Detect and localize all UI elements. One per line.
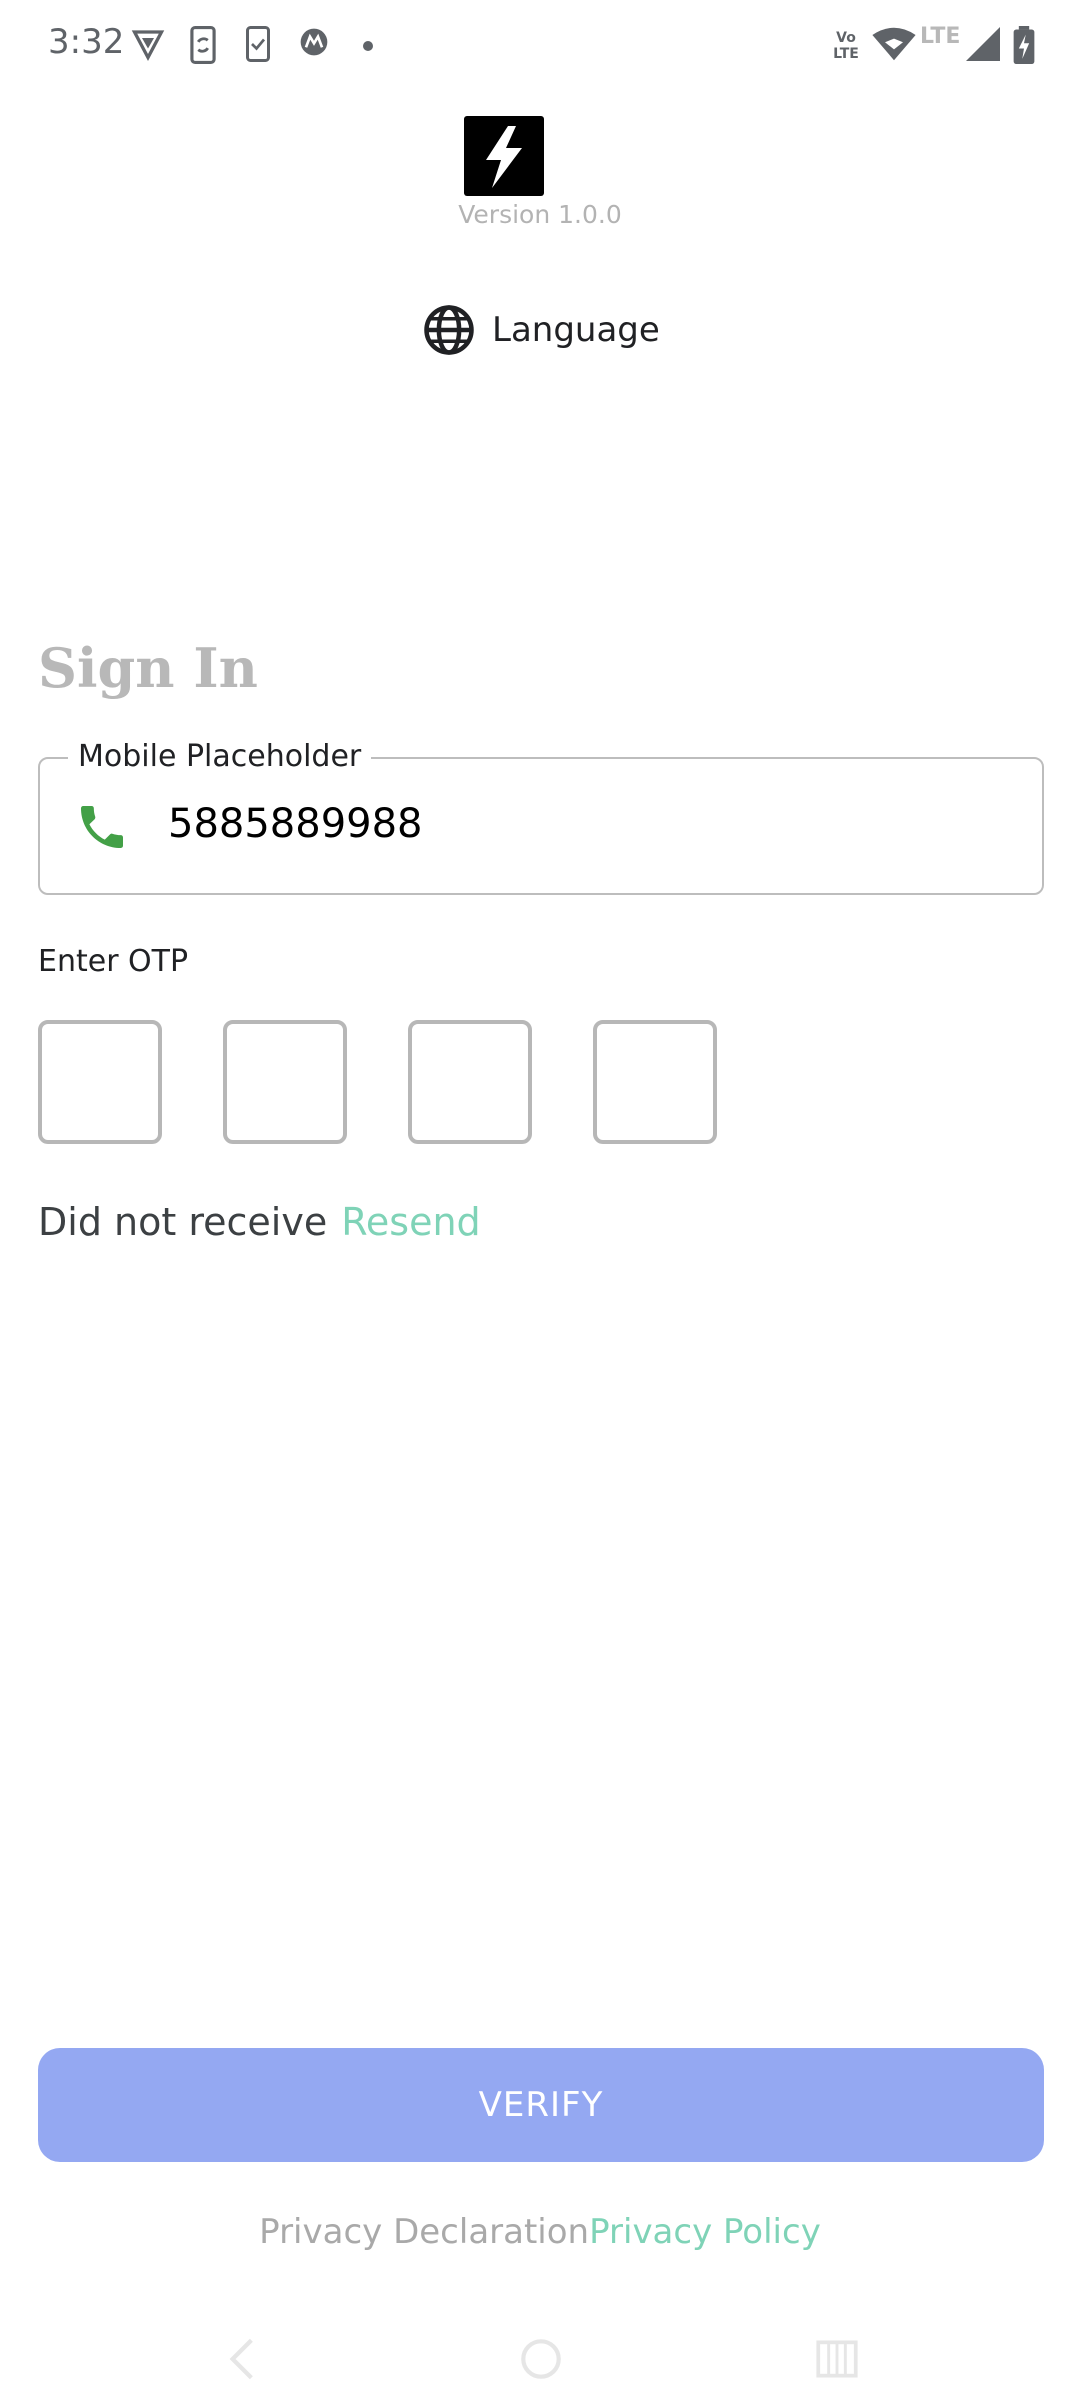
volte-text: Vo LTE <box>833 30 859 62</box>
app-logo <box>464 116 544 196</box>
motorola-icon <box>300 28 328 56</box>
recents-icon[interactable] <box>812 2334 862 2384</box>
volte-icon: Vo LTE <box>826 30 866 62</box>
resend-row: Did not receive Resend <box>38 1200 481 1244</box>
phone-sync-icon <box>190 26 216 64</box>
app-version: Version 1.0.0 <box>458 200 622 229</box>
signal-icon <box>966 27 1000 61</box>
otp-digit-4[interactable] <box>593 1020 717 1144</box>
status-bar: 3:32 Vo LTE LTE <box>0 0 1080 92</box>
vpn-shield-icon <box>131 30 165 62</box>
page-title: Sign In <box>38 636 258 700</box>
privacy-policy-link[interactable]: Privacy Policy <box>589 2212 821 2252</box>
otp-digit-2[interactable] <box>223 1020 347 1144</box>
phone-check-icon <box>246 26 270 62</box>
privacy-row: Privacy DeclarationPrivacy Policy <box>0 2212 1080 2252</box>
mobile-input[interactable]: 5885889988 <box>168 801 423 847</box>
mobile-field[interactable]: Mobile Placeholder 5885889988 <box>38 739 1044 895</box>
globe-icon <box>424 305 474 355</box>
resend-link[interactable]: Resend <box>341 1200 480 1244</box>
otp-digit-3[interactable] <box>408 1020 532 1144</box>
status-time: 3:32 <box>48 22 125 62</box>
language-label: Language <box>492 310 660 350</box>
wifi-icon <box>872 27 916 61</box>
privacy-declaration-text: Privacy Declaration <box>259 2212 590 2252</box>
home-icon[interactable] <box>516 2334 566 2384</box>
battery-charging-icon <box>1013 26 1035 64</box>
lte-icon: LTE <box>920 24 961 49</box>
dot-icon <box>363 41 373 51</box>
back-icon[interactable] <box>218 2334 268 2384</box>
verify-button[interactable]: VERIFY <box>38 2048 1044 2162</box>
language-selector[interactable]: Language <box>422 302 660 358</box>
otp-label: Enter OTP <box>38 944 189 979</box>
phone-icon <box>81 806 123 848</box>
did-not-receive-text: Did not receive <box>38 1200 328 1244</box>
navigation-bar <box>0 2320 1080 2400</box>
otp-digit-1[interactable] <box>38 1020 162 1144</box>
mobile-field-label: Mobile Placeholder <box>68 739 372 774</box>
lightning-bolt-icon <box>486 126 522 188</box>
